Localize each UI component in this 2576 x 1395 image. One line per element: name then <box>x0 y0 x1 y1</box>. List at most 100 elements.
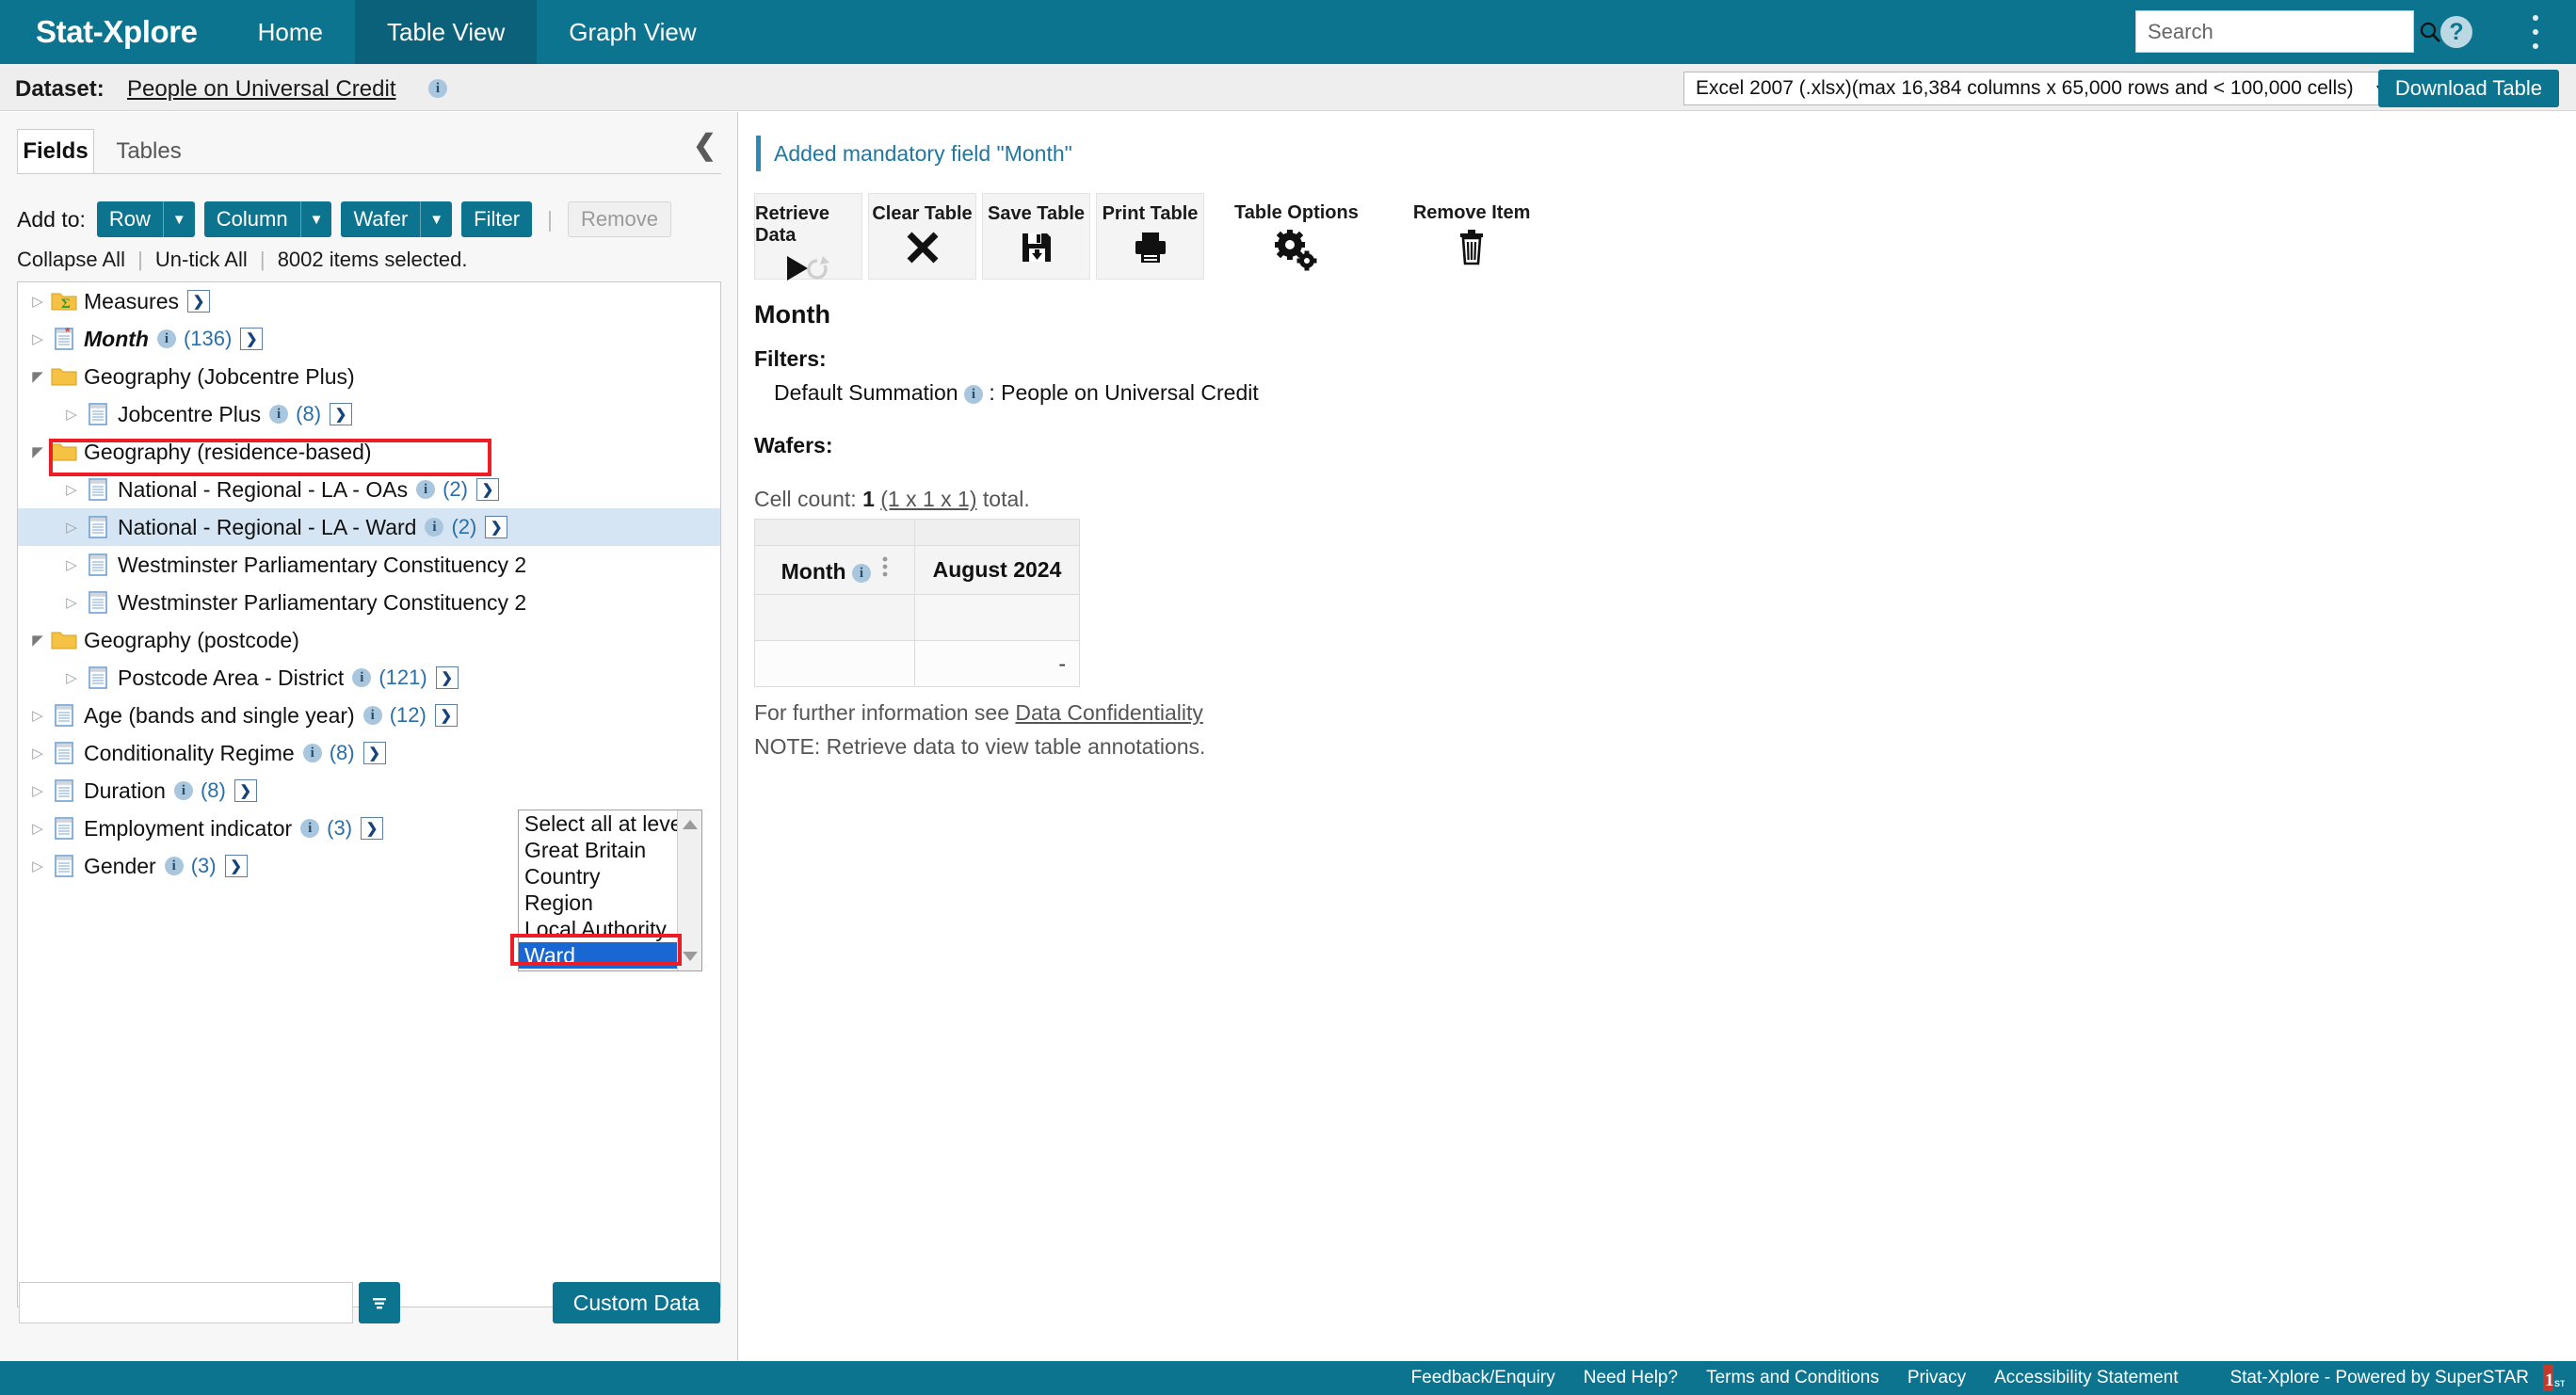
retrieve-data-button[interactable]: Retrieve Data <box>754 193 862 281</box>
open-level-selector-icon[interactable]: ❯ <box>186 290 210 313</box>
twisty-closed-icon[interactable]: ▷ <box>25 293 50 310</box>
tree-node-info-icon[interactable]: i <box>269 405 289 424</box>
twisty-closed-icon[interactable]: ▷ <box>25 820 50 837</box>
custom-data-button[interactable]: Custom Data <box>552 1282 720 1323</box>
twisty-closed-icon[interactable]: ▷ <box>59 406 84 423</box>
twisty-closed-icon[interactable]: ▷ <box>25 707 50 724</box>
table-options-button[interactable]: Table Options <box>1210 193 1383 280</box>
level-option[interactable]: Local Authority <box>519 916 701 942</box>
search-box[interactable] <box>2135 10 2440 53</box>
level-option[interactable]: Ward <box>519 942 701 969</box>
level-option[interactable]: Country <box>519 863 701 890</box>
tree-node[interactable]: ▷ Jobcentre Plus i (8) ❯ <box>18 395 720 433</box>
tree-node[interactable]: ◤ Geography (postcode) <box>18 621 720 659</box>
level-option[interactable]: Great Britain <box>519 837 701 863</box>
level-select-dropdown[interactable]: Select all at level Great Britain Country R… <box>518 810 702 971</box>
row-dimension-menu-icon[interactable] <box>882 556 888 583</box>
tree-node-info-icon[interactable]: i <box>164 857 184 875</box>
tree-node[interactable]: ▷ National - Regional - LA - OAs i (2) ❯ <box>18 471 720 508</box>
cell-count-dims[interactable]: (1 x 1 x 1) <box>880 487 976 511</box>
twisty-closed-icon[interactable]: ▷ <box>59 519 84 536</box>
tree-node-info-icon[interactable]: i <box>362 706 382 725</box>
tree-node[interactable]: ▷ Westminster Parliamentary Constituency … <box>18 546 720 584</box>
twisty-closed-icon[interactable]: ▷ <box>59 481 84 498</box>
download-format-select[interactable]: Excel 2007 (.xlsx)(max 16,384 columns x … <box>1683 72 2397 105</box>
dataset-info-icon[interactable]: i <box>428 79 447 98</box>
tree-node[interactable]: ▷ * Month i (136) ❯ <box>18 320 720 358</box>
open-level-selector-icon[interactable]: ❯ <box>330 403 353 425</box>
clear-table-button[interactable]: Clear Table <box>868 193 976 280</box>
add-to-wafer-caret-icon[interactable]: ▼ <box>420 201 452 237</box>
open-level-selector-icon[interactable]: ❯ <box>240 328 264 350</box>
open-level-selector-icon[interactable]: ❯ <box>233 779 257 802</box>
twisty-closed-icon[interactable]: ▷ <box>25 745 50 762</box>
level-option[interactable]: Region <box>519 890 701 916</box>
footer-link-accessibility[interactable]: Accessibility Statement <box>1994 1368 2178 1388</box>
tree-node[interactable]: ▷ Duration i (8) ❯ <box>18 772 720 810</box>
print-table-button[interactable]: Print Table <box>1096 193 1204 280</box>
level-option[interactable]: Select all at level <box>519 810 701 837</box>
collapse-panel-icon[interactable]: ❮ <box>693 129 716 162</box>
twisty-closed-icon[interactable]: ▷ <box>25 330 50 347</box>
remove-button[interactable]: Remove <box>568 201 671 237</box>
twisty-open-icon[interactable]: ◤ <box>25 632 50 649</box>
twisty-closed-icon[interactable]: ▷ <box>25 782 50 799</box>
field-tree[interactable]: ▷ Σ Measures ❯ ▷ * Month i (136) ❯ ◤ Geography (Job… <box>17 281 721 1307</box>
remove-item-button[interactable]: Remove Item <box>1389 193 1555 280</box>
tree-node-info-icon[interactable]: i <box>173 781 193 800</box>
tree-node[interactable]: ▷ Conditionality Regime i (8) ❯ <box>18 734 720 772</box>
open-level-selector-icon[interactable]: ❯ <box>361 817 384 840</box>
scroll-down-icon[interactable] <box>682 950 699 963</box>
tree-node-info-icon[interactable]: i <box>302 744 322 762</box>
tab-fields[interactable]: Fields <box>17 129 94 174</box>
add-to-column-caret-icon[interactable]: ▼ <box>299 201 332 237</box>
untick-all-link[interactable]: Un-tick All <box>155 248 248 271</box>
twisty-closed-icon[interactable]: ▷ <box>59 556 84 573</box>
twisty-closed-icon[interactable]: ▷ <box>25 858 50 874</box>
tree-filter-input[interactable] <box>19 1282 353 1323</box>
row-dimension-header[interactable]: Month i <box>754 545 915 595</box>
save-table-button[interactable]: Save Table <box>982 193 1090 280</box>
scroll-up-icon[interactable] <box>682 818 699 831</box>
open-level-selector-icon[interactable]: ❯ <box>485 516 508 538</box>
open-level-selector-icon[interactable]: ❯ <box>224 855 248 877</box>
tree-node-info-icon[interactable]: i <box>156 329 176 348</box>
twisty-closed-icon[interactable]: ▷ <box>59 594 84 611</box>
row-dimension-info-icon[interactable]: i <box>851 563 871 583</box>
data-confidentiality-link[interactable]: Data Confidentiality <box>1015 700 1202 725</box>
collapse-all-link[interactable]: Collapse All <box>17 248 125 271</box>
open-level-selector-icon[interactable]: ❯ <box>362 742 386 764</box>
tree-node-info-icon[interactable]: i <box>300 819 320 838</box>
add-to-row-caret-icon[interactable]: ▼ <box>162 201 195 237</box>
nav-tab-graph-view[interactable]: Graph View <box>537 0 728 64</box>
tree-node[interactable]: ▷ National - Regional - LA - Ward i (2) ❯ <box>18 508 720 546</box>
tree-node[interactable]: ▷ Westminster Parliamentary Constituency … <box>18 584 720 621</box>
open-level-selector-icon[interactable]: ❯ <box>434 704 458 727</box>
add-to-column-button[interactable]: Column ▼ <box>203 201 332 237</box>
tree-node[interactable]: ◤ Geography (Jobcentre Plus) <box>18 358 720 395</box>
footer-link-feedback[interactable]: Feedback/Enquiry <box>1411 1368 1555 1388</box>
tree-node-info-icon[interactable]: i <box>425 518 444 537</box>
add-to-wafer-button[interactable]: Wafer ▼ <box>341 201 453 237</box>
tree-filter-button[interactable] <box>359 1282 400 1323</box>
more-options-icon[interactable] <box>2531 15 2540 49</box>
twisty-closed-icon[interactable]: ▷ <box>59 669 84 686</box>
twisty-open-icon[interactable]: ◤ <box>25 443 50 460</box>
dropdown-scrollbar[interactable] <box>677 810 701 970</box>
add-to-row-button[interactable]: Row ▼ <box>96 201 195 237</box>
footer-link-privacy[interactable]: Privacy <box>1908 1368 1966 1388</box>
dataset-name-link[interactable]: People on Universal Credit <box>127 76 395 103</box>
download-table-button[interactable]: Download Table <box>2377 70 2559 107</box>
column-header[interactable]: August 2024 <box>914 545 1080 595</box>
footer-link-terms[interactable]: Terms and Conditions <box>1706 1368 1879 1388</box>
add-to-filter-button[interactable]: Filter <box>461 201 533 237</box>
tab-tables[interactable]: Tables <box>105 129 192 174</box>
open-level-selector-icon[interactable]: ❯ <box>475 478 499 501</box>
tree-node-info-icon[interactable]: i <box>352 668 372 687</box>
help-icon[interactable]: ? <box>2440 16 2472 48</box>
open-level-selector-icon[interactable]: ❯ <box>435 666 459 689</box>
tree-node-info-icon[interactable]: i <box>416 480 436 499</box>
tree-node[interactable]: ▷ Σ Measures ❯ <box>18 282 720 320</box>
search-input[interactable] <box>2136 19 2419 44</box>
tree-node[interactable]: ◤ Geography (residence-based) <box>18 433 720 471</box>
